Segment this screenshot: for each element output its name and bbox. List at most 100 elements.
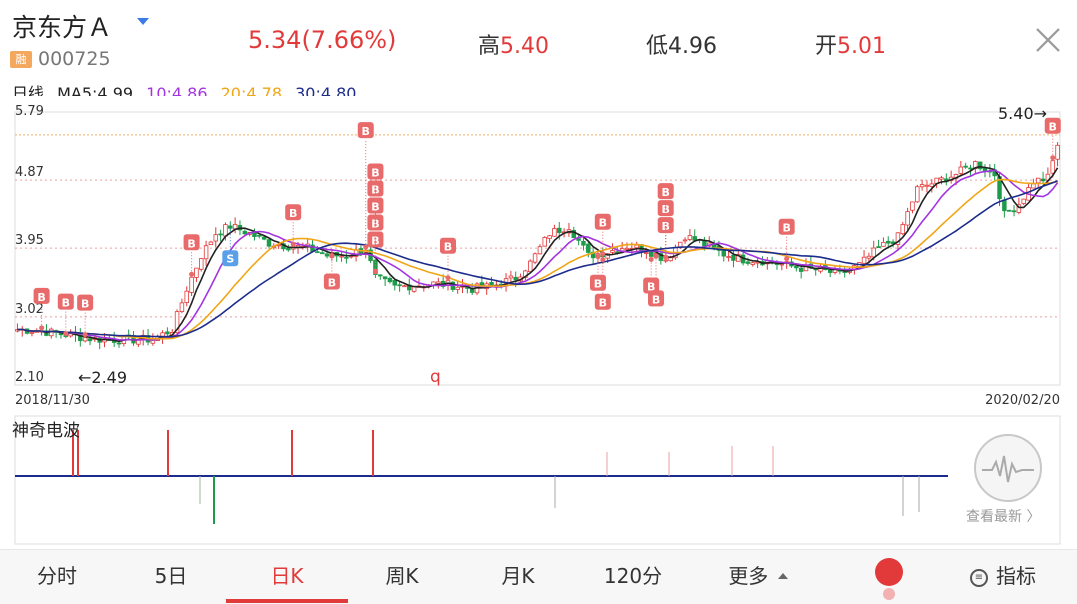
candle-body — [29, 331, 35, 334]
sell-marker-label: S — [226, 252, 234, 265]
buy-marker-dot — [445, 275, 451, 281]
low-price: 低4.96 — [646, 28, 717, 60]
buy-marker-label: B — [81, 298, 89, 311]
dropdown-triangle-icon[interactable] — [137, 18, 149, 25]
stock-name[interactable]: 京东方Ａ — [12, 8, 112, 44]
candle-body — [257, 234, 262, 237]
candle-body — [82, 337, 88, 342]
candle-body — [232, 223, 238, 230]
oscillator-chart[interactable] — [0, 414, 1077, 549]
period-tabbar: 分时 5日 日K 周K 月K 120分 更多 ≡ 指标 — [0, 549, 1077, 604]
candle-body — [266, 239, 272, 247]
buy-marker-label: B — [187, 237, 195, 250]
candle-body — [794, 265, 799, 269]
candle-body — [189, 276, 194, 293]
candle-body — [968, 167, 973, 170]
candle-body — [900, 224, 906, 235]
candle-body — [731, 254, 736, 261]
buy-marker-dot — [82, 332, 88, 338]
buy-marker-dot — [1050, 155, 1056, 161]
buy-marker-label: B — [444, 241, 452, 254]
y-tick-label: 3.95 — [15, 233, 44, 248]
low-label: 低 — [646, 34, 669, 59]
buy-marker-dot — [600, 257, 606, 263]
candle-body — [634, 244, 639, 249]
tab-monthk[interactable]: 月K — [464, 550, 572, 604]
buy-marker-label: B — [652, 293, 660, 306]
record-button-icon[interactable] — [863, 550, 917, 604]
candle-body — [179, 302, 185, 312]
buy-marker-label: B — [328, 277, 336, 290]
open-price: 开5.01 — [815, 28, 886, 60]
candle-body — [387, 277, 393, 283]
candle-body — [581, 240, 586, 246]
candle-body — [1002, 199, 1007, 212]
buy-marker-dot — [329, 253, 335, 259]
candle-body — [537, 246, 543, 255]
buy-marker-label: B — [289, 207, 297, 220]
min-price-label: ←2.49 — [78, 368, 127, 387]
tab-dayk[interactable]: 日K — [226, 550, 348, 604]
kline-chart[interactable]: 5.794.873.953.022.10B B BBBBBBBBBBBB BBBBBB… — [0, 96, 1077, 412]
candle-body — [508, 275, 514, 279]
candle-body — [1021, 198, 1026, 204]
tab-120min[interactable]: 120分 — [578, 550, 688, 604]
candle-body — [876, 246, 881, 249]
buy-marker-label: B — [37, 291, 45, 304]
tab-active-indicator — [226, 599, 348, 603]
candle-body — [116, 342, 122, 345]
candle-body — [208, 241, 214, 246]
buy-marker-label: B — [371, 167, 379, 180]
max-price-label: 5.40→ — [998, 104, 1047, 123]
candle-body — [218, 233, 223, 236]
tab-5day[interactable]: 5日 — [114, 550, 228, 604]
candle-body — [702, 240, 707, 247]
settings-circle-icon: ≡ — [970, 568, 988, 587]
candle-body — [557, 227, 562, 233]
tab-fenshi[interactable]: 分时 — [0, 550, 114, 604]
candle-body — [915, 186, 920, 203]
buy-marker-dot — [663, 254, 669, 260]
candle-body — [963, 165, 968, 168]
candle-body — [861, 256, 867, 264]
y-tick-label: 5.79 — [15, 104, 44, 119]
candle-body — [242, 230, 248, 235]
candle-body — [871, 247, 876, 258]
candle-body — [382, 276, 388, 280]
candle-body — [228, 225, 233, 229]
buy-marker-dot — [363, 244, 369, 250]
buy-marker-label: B — [662, 186, 670, 199]
candle-body — [199, 258, 204, 270]
tab-weekk[interactable]: 周K — [348, 550, 456, 604]
buy-marker-dot — [653, 253, 659, 259]
candle-body — [344, 256, 349, 259]
buy-marker-dot — [63, 331, 69, 337]
candle-body — [644, 252, 649, 254]
close-icon[interactable] — [1030, 22, 1066, 58]
candle-body — [87, 338, 93, 342]
date-end-label: 2020/02/20 — [985, 393, 1060, 408]
candle-body — [1011, 210, 1017, 213]
candle-body — [624, 247, 630, 250]
candle-body — [552, 228, 557, 237]
candle-body — [184, 290, 189, 304]
oscillator-title[interactable]: 神奇电波 — [12, 416, 80, 441]
indicator-label: 指标 — [996, 564, 1036, 588]
candle-body — [924, 184, 930, 187]
buy-marker-dot — [39, 325, 45, 331]
high-value: 5.40 — [500, 34, 549, 59]
latest-view-label[interactable]: 查看最新 〉 — [966, 506, 1040, 526]
candle-body — [910, 201, 915, 211]
candle-body — [866, 255, 872, 259]
tab-more-label: 更多 — [728, 564, 769, 588]
buy-marker-label: B — [362, 125, 370, 138]
candle-body — [1055, 144, 1060, 160]
tab-more[interactable]: 更多 — [708, 550, 808, 604]
candle-body — [528, 260, 533, 273]
indicator-button[interactable]: ≡ 指标 — [970, 550, 1070, 604]
candle-body — [392, 280, 398, 286]
candle-body — [542, 237, 547, 247]
candle-body — [586, 243, 591, 253]
candle-body — [886, 240, 891, 244]
candle-body — [194, 267, 199, 278]
